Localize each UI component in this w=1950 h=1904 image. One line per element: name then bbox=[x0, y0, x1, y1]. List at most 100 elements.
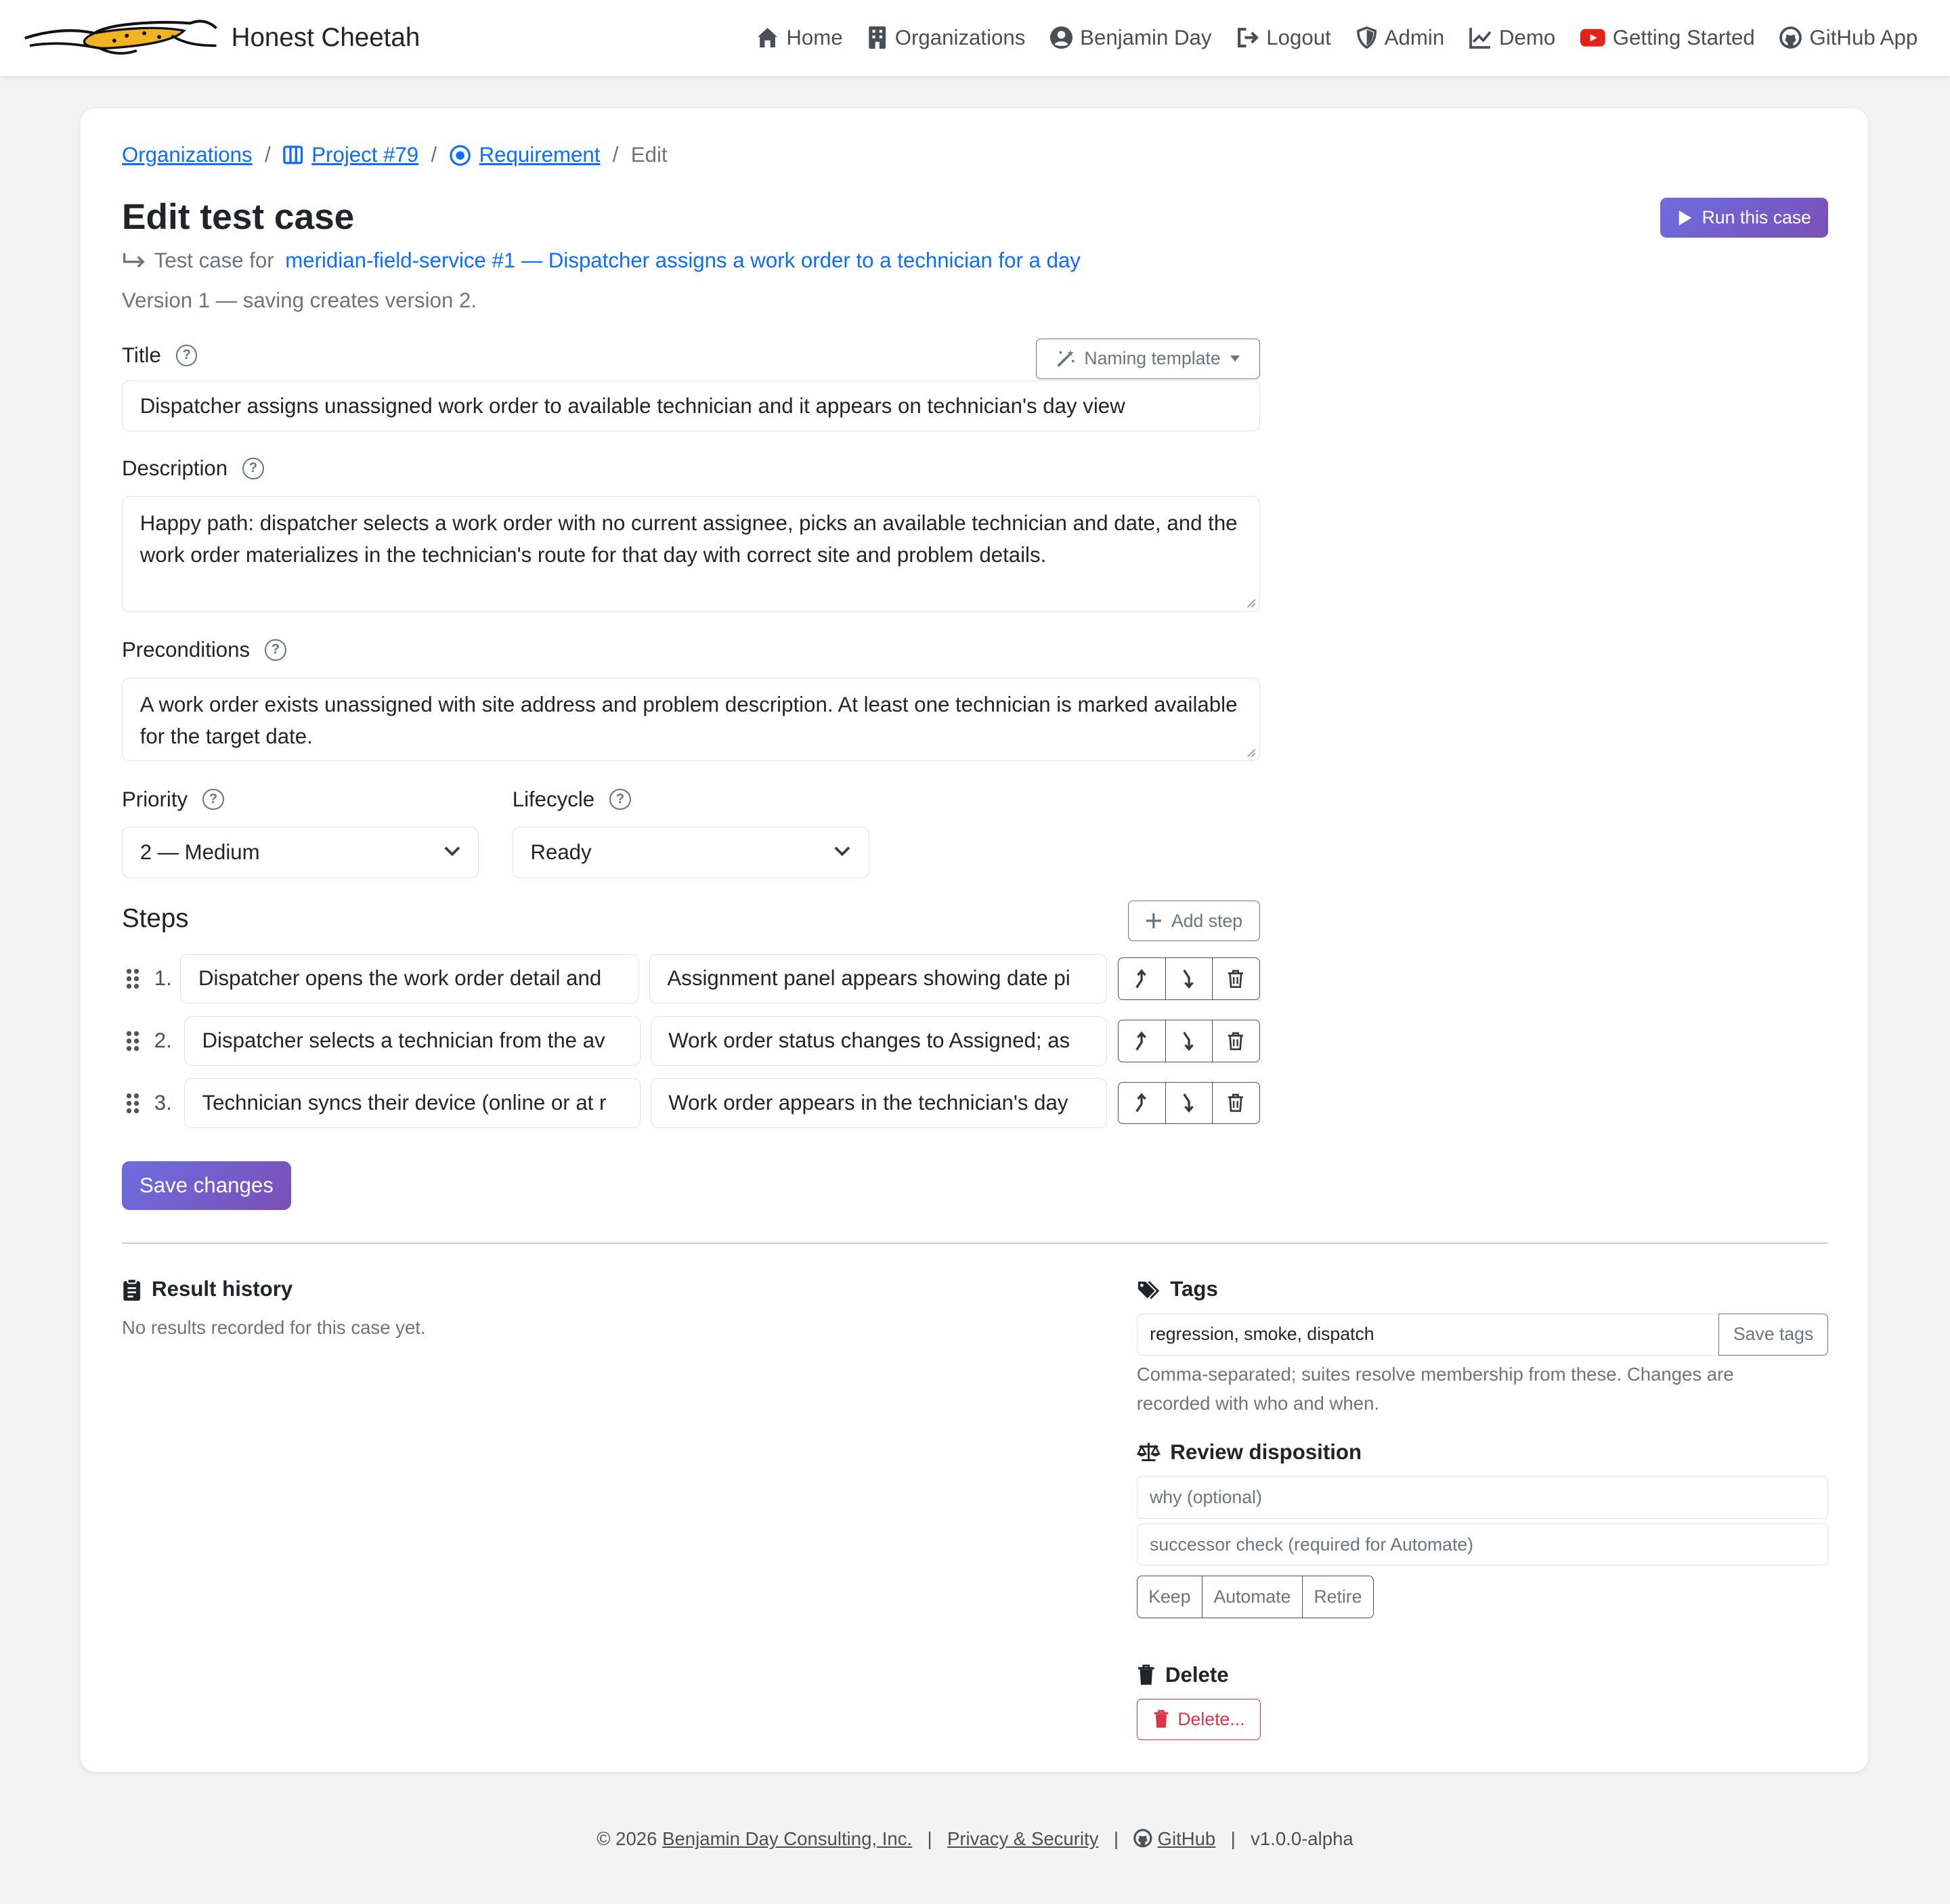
trash-icon bbox=[1138, 1664, 1154, 1685]
save-changes-button[interactable]: Save changes bbox=[121, 1161, 291, 1211]
save-tags-button[interactable]: Save tags bbox=[1718, 1313, 1828, 1356]
youtube-icon bbox=[1580, 29, 1605, 47]
tags-input[interactable]: regression, smoke, dispatch bbox=[1136, 1313, 1720, 1356]
delete-step-button[interactable] bbox=[1213, 1083, 1259, 1123]
run-case-button[interactable]: Run this case bbox=[1660, 198, 1828, 238]
naming-template-dropdown[interactable]: Naming template bbox=[1035, 338, 1260, 380]
description-textarea[interactable]: Happy path: dispatcher selects a work or… bbox=[121, 496, 1260, 612]
lifecycle-label-text: Lifecycle bbox=[512, 787, 595, 811]
retire-button[interactable]: Retire bbox=[1303, 1576, 1373, 1617]
title-label-text: Title bbox=[121, 343, 161, 367]
priority-select[interactable]: 2 — Medium bbox=[121, 827, 479, 878]
naming-template-label: Naming template bbox=[1084, 348, 1221, 369]
help-icon[interactable]: ? bbox=[265, 639, 286, 661]
nav-admin-label: Admin bbox=[1384, 26, 1445, 50]
brand-home-link[interactable]: Honest Cheetah bbox=[22, 18, 420, 58]
footer-separator: | bbox=[1113, 1827, 1119, 1849]
test-for-line: Test case for meridian-field-service #1 … bbox=[122, 248, 1081, 273]
footer-separator: | bbox=[927, 1827, 932, 1849]
move-step-down-button[interactable] bbox=[1166, 958, 1213, 999]
step-row: 1. Dispatcher opens the work order detai… bbox=[122, 953, 1260, 1004]
move-step-up-button[interactable] bbox=[1119, 958, 1166, 999]
breadcrumb-organizations[interactable]: Organizations bbox=[122, 143, 253, 167]
help-icon[interactable]: ? bbox=[242, 458, 264, 479]
move-step-down-button[interactable] bbox=[1166, 1020, 1213, 1062]
arrow-up-icon bbox=[1135, 1031, 1147, 1051]
nav-demo[interactable]: Demo bbox=[1469, 26, 1555, 50]
successor-check-input[interactable]: successor check (required for Automate) bbox=[1136, 1523, 1828, 1566]
title-input[interactable]: Dispatcher assigns unassigned work order… bbox=[121, 381, 1260, 432]
github-icon bbox=[1133, 1829, 1152, 1848]
arrow-down-icon bbox=[1183, 969, 1194, 989]
arrow-up-icon bbox=[1135, 1093, 1147, 1112]
move-step-down-button[interactable] bbox=[1166, 1082, 1213, 1124]
resize-handle-icon[interactable] bbox=[1245, 597, 1257, 609]
trash-icon bbox=[1228, 970, 1244, 988]
delete-step-button[interactable] bbox=[1213, 1020, 1259, 1061]
drag-handle-icon[interactable] bbox=[125, 968, 140, 990]
description-text: Happy path: dispatcher selects a work or… bbox=[139, 511, 1238, 567]
priority-label-text: Priority bbox=[121, 787, 188, 811]
help-icon[interactable]: ? bbox=[609, 788, 631, 810]
footer-separator: | bbox=[1230, 1827, 1236, 1849]
tags-help-text: Comma-separated; suites resolve membersh… bbox=[1136, 1364, 1734, 1414]
disposition-button-group: Keep Automate Retire bbox=[1136, 1576, 1374, 1618]
lifecycle-value: Ready bbox=[530, 840, 592, 865]
preconditions-label-text: Preconditions bbox=[121, 638, 251, 662]
nav-logout[interactable]: Logout bbox=[1236, 26, 1331, 50]
breadcrumb-current: Edit bbox=[630, 143, 668, 167]
step-number: 1. bbox=[154, 966, 172, 991]
help-icon[interactable]: ? bbox=[175, 345, 198, 366]
title-label: Title ? bbox=[121, 343, 198, 368]
test-for-requirement-link[interactable]: meridian-field-service #1 — Dispatcher a… bbox=[285, 248, 1081, 273]
keep-button[interactable]: Keep bbox=[1138, 1576, 1202, 1618]
preconditions-textarea[interactable]: A work order exists unassigned with site… bbox=[121, 677, 1260, 762]
step-action-input[interactable]: Dispatcher opens the work order detail a… bbox=[180, 953, 640, 1004]
nav-organizations[interactable]: Organizations bbox=[867, 26, 1025, 50]
step-expected-input[interactable]: Work order status changes to Assigned; a… bbox=[650, 1016, 1107, 1066]
lifecycle-select[interactable]: Ready bbox=[512, 827, 869, 878]
nav-github-app[interactable]: GitHub App bbox=[1779, 26, 1918, 50]
person-circle-icon bbox=[1050, 26, 1073, 49]
step-action-input[interactable]: Dispatcher selects a technician from the… bbox=[183, 1016, 641, 1066]
breadcrumb-separator: / bbox=[264, 143, 271, 167]
nav-home[interactable]: Home bbox=[756, 26, 843, 50]
nav-getting-started[interactable]: Getting Started bbox=[1580, 26, 1755, 50]
footer-company-link[interactable]: Benjamin Day Consulting, Inc. bbox=[662, 1828, 912, 1849]
nav-logout-label: Logout bbox=[1266, 26, 1331, 50]
nav-user-profile[interactable]: Benjamin Day bbox=[1050, 26, 1212, 50]
step-expected-input[interactable]: Work order appears in the technician's d… bbox=[650, 1078, 1107, 1128]
automate-button[interactable]: Automate bbox=[1202, 1576, 1303, 1618]
resize-handle-icon[interactable] bbox=[1245, 747, 1257, 758]
nav-links: Home Organizations Benjamin Day Logout A… bbox=[732, 26, 1918, 50]
caret-down-icon bbox=[1230, 355, 1240, 362]
why-input[interactable]: why (optional) bbox=[1136, 1476, 1828, 1519]
drag-handle-icon[interactable] bbox=[125, 1092, 140, 1115]
tags-icon bbox=[1138, 1280, 1160, 1299]
delete-step-button[interactable] bbox=[1213, 958, 1259, 999]
nav-admin[interactable]: Admin bbox=[1356, 26, 1445, 50]
add-step-button[interactable]: Add step bbox=[1127, 900, 1260, 942]
help-icon[interactable]: ? bbox=[202, 788, 224, 810]
arrow-down-icon bbox=[1183, 1094, 1194, 1113]
version-note: Version 1 — saving creates version 2. bbox=[121, 288, 477, 313]
drag-handle-icon[interactable] bbox=[125, 1030, 140, 1052]
breadcrumb-requirement[interactable]: Requirement bbox=[449, 143, 600, 167]
footer-github-link[interactable]: GitHub bbox=[1158, 1828, 1216, 1849]
step-expected-input[interactable]: Assignment panel appears showing date pi bbox=[649, 953, 1107, 1004]
move-step-up-button[interactable] bbox=[1119, 1020, 1166, 1062]
footer-privacy-link[interactable]: Privacy & Security bbox=[947, 1828, 1099, 1849]
steps-heading: Steps bbox=[121, 904, 189, 934]
arrow-up-icon bbox=[1135, 968, 1147, 989]
footer-version: v1.0.0-alpha bbox=[1251, 1827, 1353, 1849]
breadcrumb-project[interactable]: Project #79 bbox=[283, 143, 418, 167]
delete-button[interactable]: Delete... bbox=[1136, 1698, 1261, 1740]
chevron-down-icon bbox=[834, 846, 850, 857]
review-disposition-heading: Review disposition bbox=[1136, 1440, 1362, 1465]
section-divider bbox=[121, 1242, 1828, 1244]
footer-copyright: © 2026 bbox=[597, 1827, 657, 1849]
move-step-up-button[interactable] bbox=[1119, 1082, 1166, 1124]
step-action-input[interactable]: Technician syncs their device (online or… bbox=[183, 1078, 641, 1128]
nav-github-label: GitHub App bbox=[1809, 26, 1918, 50]
breadcrumb-separator: / bbox=[612, 143, 619, 167]
